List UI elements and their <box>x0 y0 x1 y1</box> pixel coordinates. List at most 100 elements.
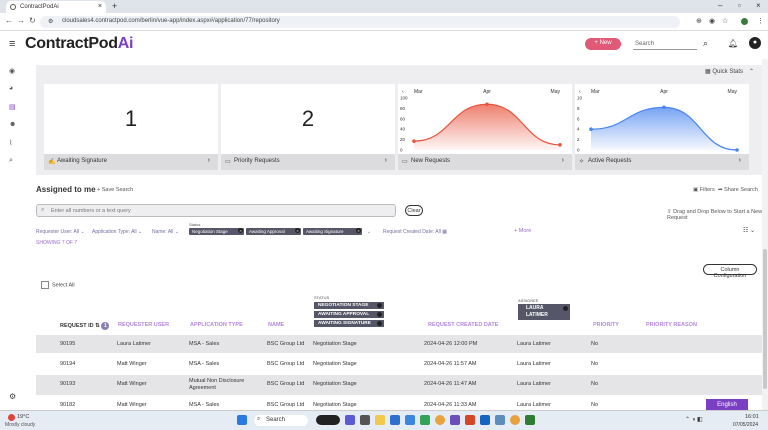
new-tab-icon[interactable]: + <box>112 1 117 11</box>
reports-icon[interactable]: ⌇ <box>9 139 12 147</box>
drag-drop-zone[interactable]: ⇪ Drag and Drop Below to Start a New Req… <box>667 209 768 221</box>
forward-icon[interactable]: → <box>17 16 25 25</box>
profile-avatar[interactable] <box>741 18 748 25</box>
status-column-chip-approval[interactable]: AWAITING APPROVAL <box>314 311 384 318</box>
close-window-icon[interactable]: × <box>756 1 761 10</box>
table-row[interactable]: 90193 Matt Winger Mutual Non Disclosure … <box>36 375 762 395</box>
header-priority[interactable]: PRIORITY <box>593 322 619 328</box>
taskbar-search[interactable]: ⌕ Search <box>254 415 308 426</box>
browser-tab[interactable]: ContractPodAi × <box>6 1 106 13</box>
remove-chip-icon[interactable]: × <box>356 228 361 233</box>
outlook-icon[interactable] <box>390 415 400 425</box>
dashboard-icon[interactable]: ◉ <box>9 67 15 75</box>
app-icon[interactable] <box>525 415 535 425</box>
app-icon[interactable] <box>495 415 505 425</box>
view-toggle-icon[interactable]: ☷ ⌄ <box>743 227 755 234</box>
share-search-button[interactable]: ➦ Share Search <box>718 187 758 193</box>
scrollbar-thumb[interactable] <box>763 249 767 389</box>
header-request-id[interactable]: REQUEST ID ⇅ 1 <box>60 322 110 330</box>
address-bar: ← → ↻ ⚙ cloudsales4.contractpod.com/berl… <box>0 13 768 31</box>
document-icon[interactable]: ▤ <box>9 103 16 111</box>
system-tray-icons[interactable]: ⌃ ◑ ◧ <box>685 416 703 423</box>
close-tab-icon[interactable]: × <box>98 3 102 10</box>
more-filters-link[interactable]: + More <box>514 228 531 234</box>
column-configuration-button[interactable]: Column Configuration <box>703 264 757 279</box>
powerpoint-icon[interactable] <box>465 415 475 425</box>
select-all-checkbox[interactable]: Select All <box>41 281 75 289</box>
file-explorer-icon[interactable] <box>375 415 385 425</box>
stat-card-new-requests[interactable]: ‹ Mar Apr May 0 20 40 60 80 100 ▭ New Requests › <box>398 84 572 170</box>
chrome-icon[interactable] <box>435 415 445 425</box>
stat-card-priority-requests[interactable]: 2 ▭ Priority Requests › <box>221 84 395 170</box>
hamburger-menu-icon[interactable]: ≡ <box>9 38 15 50</box>
back-icon[interactable]: ← <box>5 16 13 25</box>
minimize-icon[interactable]: – <box>718 1 722 10</box>
word-icon[interactable] <box>480 415 490 425</box>
page-scrollbar[interactable] <box>762 59 768 410</box>
windows-start-icon[interactable] <box>237 415 247 425</box>
task-view-icon[interactable] <box>360 415 370 425</box>
header-name[interactable]: NAME <box>268 322 284 328</box>
quick-stats-toggle[interactable]: ▦ Quick Stats ⌃ <box>705 68 754 75</box>
filter-requester-user[interactable]: Requester User: All ⌄ <box>36 229 85 235</box>
checkbox[interactable] <box>41 281 49 289</box>
view-icon[interactable]: ◉ <box>709 17 715 25</box>
reload-icon[interactable]: ↻ <box>29 16 36 25</box>
remove-chip-icon[interactable] <box>563 306 568 311</box>
stat-card-active-requests[interactable]: ‹ Mar Apr May 0 2 4 6 8 10 ✧ Active Requests › <box>575 84 749 170</box>
header-search-input[interactable]: Search <box>633 38 697 50</box>
browser-menu-icon[interactable]: ⋮ <box>757 17 764 25</box>
header-request-created-date[interactable]: REQUEST CREATED DATE <box>428 322 498 328</box>
excel-icon[interactable] <box>420 415 430 425</box>
table-row[interactable]: 90195 Laura Latimer MSA - Sales BSC Grou… <box>36 335 762 353</box>
header-requester-user[interactable]: REQUESTER USER <box>118 322 169 328</box>
sidebar-search-icon[interactable]: ⌕ <box>9 157 13 165</box>
chrome-profile-icon[interactable] <box>510 415 520 425</box>
header-priority-reason[interactable]: PRIORITY REASON <box>646 322 697 328</box>
url-field[interactable]: ⚙ cloudsales4.contractpod.com/berlin/vue… <box>40 16 680 28</box>
header-application-type[interactable]: APPLICATION TYPE <box>190 322 243 328</box>
weather-icon[interactable] <box>8 414 15 421</box>
table-row[interactable]: 90194 Matt Winger MSA - Sales BSC Group … <box>36 355 762 373</box>
filters-button[interactable]: ▣ Filters <box>693 187 715 193</box>
notification-bell-icon[interactable]: 🔔︎ <box>728 39 738 48</box>
remove-chip-icon[interactable]: × <box>295 228 300 233</box>
status-chip-negotiation[interactable]: Negotiation Stage × <box>189 228 244 235</box>
stat-card-awaiting-signature[interactable]: 1 ✍ Awaiting Signature › <box>44 84 218 170</box>
settings-gear-icon[interactable]: ⚙ <box>9 392 16 401</box>
stat-label: Awaiting Signature <box>57 158 107 164</box>
repository-search-input[interactable]: ⌕ Enter all numbers or a text query <box>36 204 396 217</box>
teams-icon[interactable] <box>450 415 460 425</box>
y-tick-label: 40 <box>400 127 406 132</box>
table-row[interactable]: 90182 Matt Winger MSA - Sales BSC Group … <box>36 397 762 410</box>
remove-chip-icon[interactable]: × <box>238 228 243 233</box>
filter-name[interactable]: Name: All ⌄ <box>152 229 179 235</box>
status-chip-awaiting-signature[interactable]: Awaiting Signature × <box>303 228 362 235</box>
maximize-icon[interactable]: ▫ <box>738 1 741 10</box>
new-button[interactable]: + New <box>585 38 621 50</box>
zoom-icon[interactable]: ⊕ <box>696 17 702 25</box>
status-column-chip-signature[interactable]: AWAITING SIGNATURE <box>314 320 384 327</box>
copilot-icon[interactable] <box>345 415 355 425</box>
user-avatar[interactable]: ● <box>749 37 761 49</box>
status-dropdown-chevron-icon[interactable]: ⌄ <box>367 229 371 235</box>
chart-pie-icon[interactable]: ◕ <box>9 85 13 92</box>
users-icon[interactable]: ☻ <box>9 121 16 128</box>
clear-button[interactable]: Clear <box>405 205 423 216</box>
save-search-button[interactable]: + Save Search <box>97 187 133 193</box>
status-chip-awaiting-approval[interactable]: Awaiting Approval × <box>246 228 301 235</box>
filter-application-type[interactable]: Application Type: All ⌄ <box>92 229 142 235</box>
widget-icon[interactable] <box>316 415 340 425</box>
status-column-chip-negotiation[interactable]: NEGOTIATION STAGE <box>314 302 384 309</box>
assignee-chip[interactable]: LAURA LATIMER <box>518 304 570 320</box>
calendar-app-icon[interactable] <box>405 415 415 425</box>
chevron-up-icon: ⌃ <box>749 69 755 75</box>
site-info-icon[interactable]: ⚙ <box>48 18 53 25</box>
search-icon[interactable]: ⌕ <box>703 38 708 49</box>
logo[interactable]: ContractPodAi <box>25 35 133 53</box>
filter-request-created-date[interactable]: Request Created Date: All ▦ <box>383 229 447 235</box>
bookmark-star-icon[interactable]: ☆ <box>722 17 728 25</box>
remove-chip-icon[interactable] <box>377 312 382 317</box>
remove-chip-icon[interactable] <box>377 303 382 308</box>
remove-chip-icon[interactable] <box>377 321 382 326</box>
